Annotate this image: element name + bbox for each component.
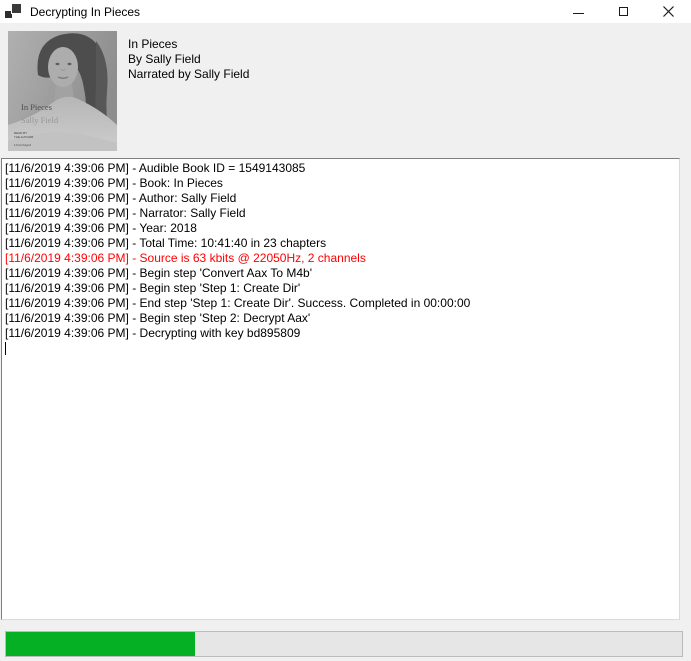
log-line: [11/6/2019 4:39:06 PM] - Decrypting with…: [5, 326, 675, 341]
titlebar[interactable]: Decrypting In Pieces: [0, 0, 691, 23]
log-line: [11/6/2019 4:39:06 PM] - Narrator: Sally…: [5, 206, 675, 221]
log-line: [11/6/2019 4:39:06 PM] - Audible Book ID…: [5, 161, 675, 176]
progress-fill: [6, 632, 195, 656]
book-cover-image: In Pieces Sally Field READ BY THE AUTHOR…: [8, 31, 117, 151]
cover-author-text: Sally Field: [21, 115, 59, 125]
cover-title-text: In Pieces: [21, 102, 52, 112]
caret-line: [5, 341, 675, 356]
close-button[interactable]: [646, 0, 691, 23]
app-window-icon: [5, 4, 21, 19]
minimize-button[interactable]: [556, 0, 601, 23]
log-line: [11/6/2019 4:39:06 PM] - Begin step 'Ste…: [5, 281, 675, 296]
close-icon: [663, 6, 674, 17]
minimize-icon: [573, 13, 584, 14]
book-author: By Sally Field: [128, 52, 249, 67]
log-line: [11/6/2019 4:39:06 PM] - Author: Sally F…: [5, 191, 675, 206]
book-narrator: Narrated by Sally Field: [128, 67, 249, 82]
log-line: [11/6/2019 4:39:06 PM] - End step 'Step …: [5, 296, 675, 311]
progress-bar: [5, 631, 683, 657]
log-line-error: [11/6/2019 4:39:06 PM] - Source is 63 kb…: [5, 251, 675, 266]
log-textbox[interactable]: [11/6/2019 4:39:06 PM] - Audible Book ID…: [1, 158, 680, 620]
log-line: [11/6/2019 4:39:06 PM] - Year: 2018: [5, 221, 675, 236]
log-line: [11/6/2019 4:39:06 PM] - Begin step 'Con…: [5, 266, 675, 281]
text-caret: [5, 342, 6, 355]
maximize-button[interactable]: [601, 0, 646, 23]
cover-readby-text-2: THE AUTHOR: [14, 135, 34, 139]
log-lines: [11/6/2019 4:39:06 PM] - Audible Book ID…: [5, 161, 675, 341]
cover-edition-text: Unabridged: [14, 143, 31, 147]
log-line: [11/6/2019 4:39:06 PM] - Total Time: 10:…: [5, 236, 675, 251]
window-controls: [556, 0, 691, 23]
book-info: In Pieces By Sally Field Narrated by Sal…: [128, 37, 249, 82]
book-title: In Pieces: [128, 37, 249, 52]
log-line: [11/6/2019 4:39:06 PM] - Begin step 'Ste…: [5, 311, 675, 326]
log-line: [11/6/2019 4:39:06 PM] - Book: In Pieces: [5, 176, 675, 191]
window-title: Decrypting In Pieces: [30, 5, 140, 19]
maximize-icon: [619, 7, 628, 16]
app-window: Decrypting In Pieces: [0, 0, 691, 661]
